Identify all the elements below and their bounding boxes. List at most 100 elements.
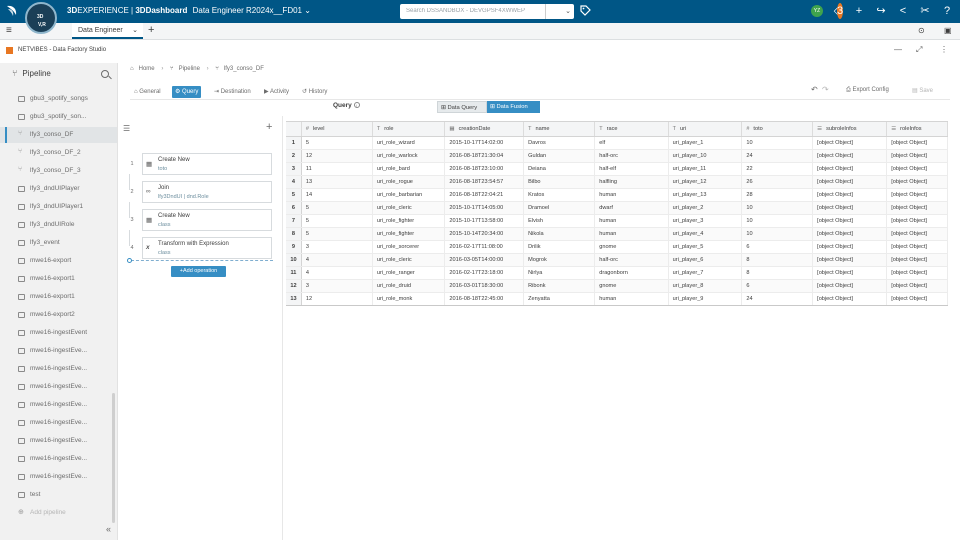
- chevron-down-icon[interactable]: ⌄: [304, 6, 311, 15]
- breadcrumb-pipeline[interactable]: Pipeline: [179, 66, 200, 72]
- pipeline-item[interactable]: mwe16-export1: [0, 289, 117, 305]
- pipeline-item[interactable]: mwe16-ingestEve...: [0, 469, 117, 485]
- data-preview-table[interactable]: # level Trole ▦ creationDate Tname Trace T…: [286, 121, 948, 306]
- pipeline-item[interactable]: mwe16-ingestEve...: [0, 397, 117, 413]
- chat-icon[interactable]: ▣: [944, 26, 952, 35]
- breadcrumb: ⌂ Home › ⑂ Pipeline › ⑂ lfy3_conso_DF: [130, 66, 269, 72]
- column-header[interactable]: # level: [301, 122, 373, 137]
- pipeline-item[interactable]: lfy3_dndUIRole: [0, 217, 117, 233]
- column-header[interactable]: ▦ creationDate: [444, 122, 525, 137]
- tab-history[interactable]: ↺ History: [302, 86, 327, 98]
- column-header[interactable]: Trace: [594, 122, 669, 137]
- pipeline-item[interactable]: gbu3_spotify_son...: [0, 109, 117, 125]
- column-header[interactable]: ☰ roleInfos: [886, 122, 948, 137]
- operation-card[interactable]: 1 ▦ Create New toto: [130, 153, 272, 175]
- pipeline-item[interactable]: mwe16-export: [0, 253, 117, 269]
- compass-icon[interactable]: 3D V,R: [25, 2, 57, 34]
- breadcrumb-home[interactable]: Home: [139, 66, 155, 72]
- pipeline-item[interactable]: ⑂ lfy3_conso_DF_2: [0, 145, 117, 161]
- add-tab-button[interactable]: +: [148, 24, 154, 36]
- search-input[interactable]: Search DSSANDBOX - DEVGPSF4XWWEP ⌄: [400, 4, 574, 19]
- table-row[interactable]: 13 12 uri_role_monk 2016-08-18T22:45:00 Zeny…: [286, 292, 948, 305]
- minimize-icon[interactable]: —: [894, 45, 902, 54]
- add-operation-button[interactable]: +Add operation: [171, 266, 226, 277]
- table-row[interactable]: 5 14 uri_role_barbarian 2016-08-18T22:04:21…: [286, 188, 948, 202]
- add-pipeline-button[interactable]: ⊕ Add pipeline: [0, 505, 117, 521]
- tag-icon[interactable]: [580, 5, 591, 16]
- operation-title: Create New: [158, 157, 190, 163]
- menu-icon[interactable]: ≡: [6, 25, 12, 36]
- search-scope-dropdown-icon[interactable]: ⌄: [565, 7, 571, 15]
- data-fusion-button[interactable]: ⊞ Data Fusion: [487, 101, 540, 113]
- table-row[interactable]: 8 5 uri_role_fighter 2015-10-14T20:34:00 Nik…: [286, 227, 948, 241]
- data-fusion-label: Data Fusion: [496, 104, 528, 110]
- camera-icon[interactable]: ⊙: [918, 26, 925, 35]
- share-icon[interactable]: ↪: [874, 3, 888, 19]
- tools-icon[interactable]: ✂: [918, 3, 932, 19]
- brand-context[interactable]: Data Engineer R2024x__FD01: [193, 6, 302, 15]
- table-row[interactable]: 11 4 uri_role_ranger 2016-02-17T23:18:00 Nir…: [286, 266, 948, 280]
- column-header[interactable]: # toto: [741, 122, 814, 137]
- maximize-icon[interactable]: ⤢: [916, 45, 922, 55]
- pipeline-item[interactable]: mwe16-ingestEvent: [0, 325, 117, 341]
- column-header[interactable]: ☰ subroleInfos: [812, 122, 888, 137]
- table-cell: 10: [741, 201, 814, 215]
- pipeline-item-selected[interactable]: ⑂ lfy3_conso_DF: [0, 127, 117, 143]
- add-icon[interactable]: +: [852, 3, 866, 19]
- collapse-panel-icon[interactable]: «: [106, 524, 111, 534]
- table-row[interactable]: 6 5 uri_role_cleric 2015-10-17T14:05:00 Dram…: [286, 201, 948, 215]
- help-icon[interactable]: ?: [940, 3, 954, 19]
- column-header[interactable]: Trole: [372, 122, 446, 137]
- table-row[interactable]: 2 12 uri_role_warlock 2016-08-18T21:30:04 Gu…: [286, 149, 948, 163]
- pipeline-item[interactable]: mwe16-ingestEve...: [0, 361, 117, 377]
- list-icon[interactable]: ☰: [123, 124, 130, 133]
- pipeline-item[interactable]: mwe16-ingestEve...: [0, 343, 117, 359]
- table-row[interactable]: 1 5 uri_role_wizard 2015-10-17T14:02:00 Davr…: [286, 136, 948, 150]
- pipeline-item[interactable]: test: [0, 487, 117, 503]
- tab-general[interactable]: ⌂ General: [134, 86, 161, 98]
- pipeline-item[interactable]: ⑂ lfy3_conso_DF_3: [0, 163, 117, 179]
- pipeline-item[interactable]: mwe16-export1: [0, 271, 117, 287]
- table-row[interactable]: 12 3 uri_role_druid 2016-03-01T18:30:00 Ribo…: [286, 279, 948, 293]
- undo-icon[interactable]: ↶: [811, 85, 818, 94]
- pipeline-item[interactable]: mwe16-ingestEve...: [0, 451, 117, 467]
- export-config-button[interactable]: ⎙ Export Config: [846, 87, 889, 94]
- table-icon: [18, 96, 25, 102]
- chevron-down-icon[interactable]: ⌄: [132, 26, 138, 34]
- dassault-logo-icon[interactable]: [4, 3, 20, 19]
- data-query-button[interactable]: ⊞ Data Query: [437, 101, 487, 113]
- insertion-point-icon[interactable]: [127, 258, 132, 263]
- pipeline-item[interactable]: gbu3_spotify_songs: [0, 91, 117, 107]
- pipeline-item[interactable]: mwe16-export2: [0, 307, 117, 323]
- tab-destination[interactable]: ⇥ Destination: [214, 86, 251, 98]
- add-operation-icon[interactable]: +: [266, 121, 272, 133]
- pipeline-item[interactable]: mwe16-ingestEve...: [0, 433, 117, 449]
- table-row[interactable]: 9 3 uri_role_sorcerer 2016-02-17T11:08:00 Dr…: [286, 240, 948, 254]
- table-cell: 3: [301, 279, 373, 293]
- search-icon[interactable]: [101, 70, 109, 78]
- column-header[interactable]: Tname: [523, 122, 596, 137]
- user-avatar[interactable]: YZ: [811, 5, 823, 17]
- tab-activity[interactable]: ▶ Activity: [264, 86, 289, 98]
- tab-query[interactable]: ⚙ Query: [172, 86, 202, 98]
- table-row[interactable]: 7 5 uri_role_fighter 2015-10-17T13:58:00 Elv…: [286, 214, 948, 228]
- table-row[interactable]: 4 13 uri_role_rogue 2016-08-18T23:54:57 Bilb…: [286, 175, 948, 189]
- panel-scrollbar[interactable]: [112, 393, 115, 523]
- pipeline-item[interactable]: mwe16-ingestEve...: [0, 415, 117, 431]
- more-options-icon[interactable]: ⋮: [940, 45, 948, 54]
- pipeline-item[interactable]: lfy3_event: [0, 235, 117, 251]
- operation-card[interactable]: 2 ∞ Join lfy3DndUI | dnd.Role: [130, 181, 272, 203]
- notifications-icon[interactable]: ◇3: [830, 3, 846, 19]
- table-row[interactable]: 10 4 uri_role_cleric 2016-03-05T14:00:00 Mog…: [286, 253, 948, 267]
- pipeline-item[interactable]: lfy3_dndUIPlayer: [0, 181, 117, 197]
- network-icon[interactable]: <: [896, 3, 910, 19]
- operation-card[interactable]: 4 x Transform with Expression class: [130, 237, 272, 259]
- column-header[interactable]: Turi: [668, 122, 743, 137]
- tab-data-engineer[interactable]: Data Engineer ⌄: [72, 23, 143, 39]
- pipeline-item[interactable]: lfy3_dndUIPlayer1: [0, 199, 117, 215]
- table-row[interactable]: 3 11 uri_role_bard 2016-08-18T23:10:00 Deian…: [286, 162, 948, 176]
- info-icon[interactable]: i: [353, 102, 360, 108]
- table-cell: 3: [301, 240, 373, 254]
- operation-card[interactable]: 3 ▦ Create New class: [130, 209, 272, 231]
- pipeline-item[interactable]: mwe16-ingestEve...: [0, 379, 117, 395]
